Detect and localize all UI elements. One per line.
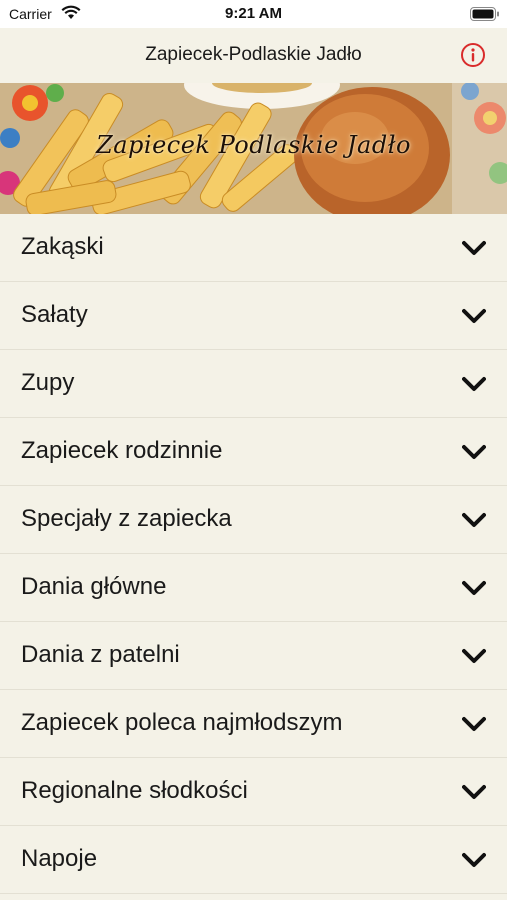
app-screen: Carrier 9:21 AM Zapiecek-Podlaskie Jadło [0, 0, 507, 900]
menu-row-label: Dania główne [21, 573, 167, 600]
menu-row-dania-z-patelni[interactable]: Dania z patelni [0, 622, 507, 690]
menu-row-label: Zapiecek rodzinnie [21, 437, 223, 464]
menu-row-napoje[interactable]: Napoje [0, 826, 507, 894]
chevron-down-icon [462, 853, 486, 867]
menu-row-zapiecek-poleca-najmlodszym[interactable]: Zapiecek poleca najmłodszym [0, 690, 507, 758]
menu-row-zakaski[interactable]: Zakąski [0, 214, 507, 282]
info-button[interactable] [460, 42, 486, 68]
menu-row-zupy[interactable]: Zupy [0, 350, 507, 418]
menu-row-label: Specjały z zapiecka [21, 505, 232, 532]
page-title: Zapiecek-Podlaskie Jadło [145, 44, 362, 65]
menu-row-label: Napoje [21, 845, 98, 872]
chevron-down-icon [462, 241, 486, 255]
menu-row-label: Dania z patelni [21, 641, 180, 668]
chevron-down-icon [462, 581, 486, 595]
menu-row-dania-glowne[interactable]: Dania główne [0, 554, 507, 622]
header-banner-image: Zapiecek Podlaskie Jadło [0, 83, 507, 214]
info-circle-icon [461, 43, 485, 67]
menu-row-regionalne-slodkosci[interactable]: Regionalne słodkości [0, 758, 507, 826]
menu-row-label: Zapiecek poleca najmłodszym [21, 709, 343, 736]
menu-row-salaty[interactable]: Sałaty [0, 282, 507, 350]
menu-row-zapiecek-rodzinnie[interactable]: Zapiecek rodzinnie [0, 418, 507, 486]
banner-script-text: Zapiecek Podlaskie Jadło [96, 131, 411, 159]
status-bar: Carrier 9:21 AM [0, 0, 507, 28]
chevron-down-icon [462, 649, 486, 663]
menu-row-label: Zupy [21, 369, 75, 396]
chevron-down-icon [462, 309, 486, 323]
menu-row-label: Sałaty [21, 301, 88, 328]
menu-category-list: Zakąski Sałaty Zupy Zapiecek rodzinnie S… [0, 214, 507, 894]
menu-row-specjaly-z-zapiecka[interactable]: Specjały z zapiecka [0, 486, 507, 554]
chevron-down-icon [462, 717, 486, 731]
clock: 9:21 AM [225, 5, 282, 22]
navigation-bar: Zapiecek-Podlaskie Jadło [0, 28, 507, 83]
chevron-down-icon [462, 377, 486, 391]
chevron-down-icon [462, 445, 486, 459]
chevron-down-icon [462, 785, 486, 799]
battery-icon [470, 7, 500, 26]
menu-row-label: Regionalne słodkości [21, 777, 248, 804]
menu-row-label: Zakąski [21, 233, 104, 260]
chevron-down-icon [462, 513, 486, 527]
